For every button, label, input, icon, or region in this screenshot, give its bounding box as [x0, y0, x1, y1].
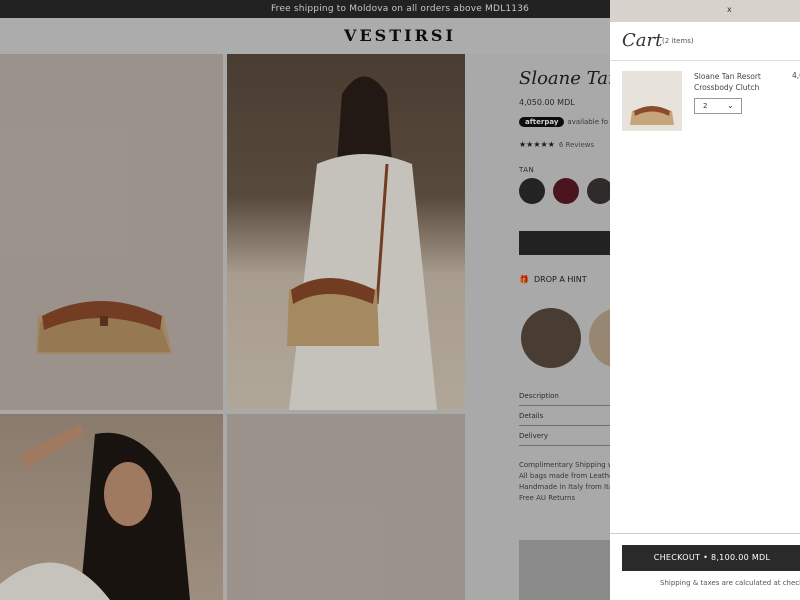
lifestyle-illustration [0, 424, 190, 600]
accordion-details[interactable]: Details [519, 412, 610, 426]
thumbnail-2[interactable] [589, 308, 610, 368]
accordion-description[interactable]: Description [519, 392, 610, 406]
cart-item-name[interactable]: Sloane Tan Resort Crossbody Clutch [694, 71, 774, 93]
swatch-burgundy[interactable] [553, 178, 579, 204]
feature-item: All bags made from Leather [519, 472, 610, 480]
product-title: Sloane Tan Resort Crossbody Clutch [519, 68, 610, 89]
divider [610, 533, 800, 534]
stars-icon: ★★★★★ [519, 140, 555, 149]
chevron-down-icon: ⌄ [727, 101, 734, 110]
swatch-black[interactable] [519, 178, 545, 204]
cart-header-bar: x [610, 0, 800, 22]
feature-item: Complimentary Shipping wi [519, 461, 610, 469]
swatch-charcoal[interactable] [587, 178, 610, 204]
close-icon[interactable]: x [727, 5, 732, 14]
feature-list: Complimentary Shipping wi All bags made … [519, 460, 610, 504]
quantity-select[interactable]: 2 ⌄ [694, 98, 742, 114]
clutch-illustration [36, 301, 172, 354]
clutch-thumb-icon [630, 106, 674, 125]
gift-icon: 🎁 [519, 275, 529, 284]
add-to-cart-button[interactable] [519, 231, 610, 255]
cart-item-image[interactable] [622, 71, 682, 131]
feature-item: Free AU Returns [519, 494, 576, 502]
color-label: TAN [519, 166, 535, 174]
divider [610, 60, 800, 61]
model-illustration [287, 76, 437, 410]
rating[interactable]: ★★★★★ 6 Reviews [519, 140, 594, 149]
thumbnail-1[interactable] [521, 308, 581, 368]
drop-a-hint[interactable]: 🎁 DROP A HINT [519, 275, 587, 284]
product-price: 4,050.00 MDL [519, 98, 575, 107]
cart-item-price: 4,0 [792, 71, 800, 80]
accordion-delivery[interactable]: Delivery [519, 432, 610, 446]
product-image-model[interactable] [227, 54, 465, 410]
lower-product-image [519, 540, 619, 600]
cart-drawer: x Cart (2 items) Sloane Tan Resort Cross… [610, 0, 800, 600]
product-info: Sloane Tan Resort Crossbody Clutch 4,050… [519, 66, 610, 600]
shipping-note: Shipping & taxes are calculated at check… [660, 579, 800, 587]
feature-item: Handmade in Italy from Itali [519, 483, 610, 491]
cart-item-count: (2 items) [662, 37, 694, 45]
product-image-studio[interactable] [0, 54, 223, 410]
checkout-button[interactable]: CHECKOUT • 8,100.00 MDL [622, 545, 800, 571]
product-image-blank[interactable] [227, 414, 465, 600]
afterpay-line: afterpay available fo [519, 117, 608, 127]
product-image-lifestyle[interactable] [0, 414, 223, 600]
review-count: 6 Reviews [558, 141, 595, 149]
afterpay-text: available fo [567, 118, 608, 126]
quantity-value: 2 [703, 102, 708, 110]
cart-title: Cart [622, 30, 663, 51]
afterpay-badge[interactable]: afterpay [519, 117, 565, 127]
